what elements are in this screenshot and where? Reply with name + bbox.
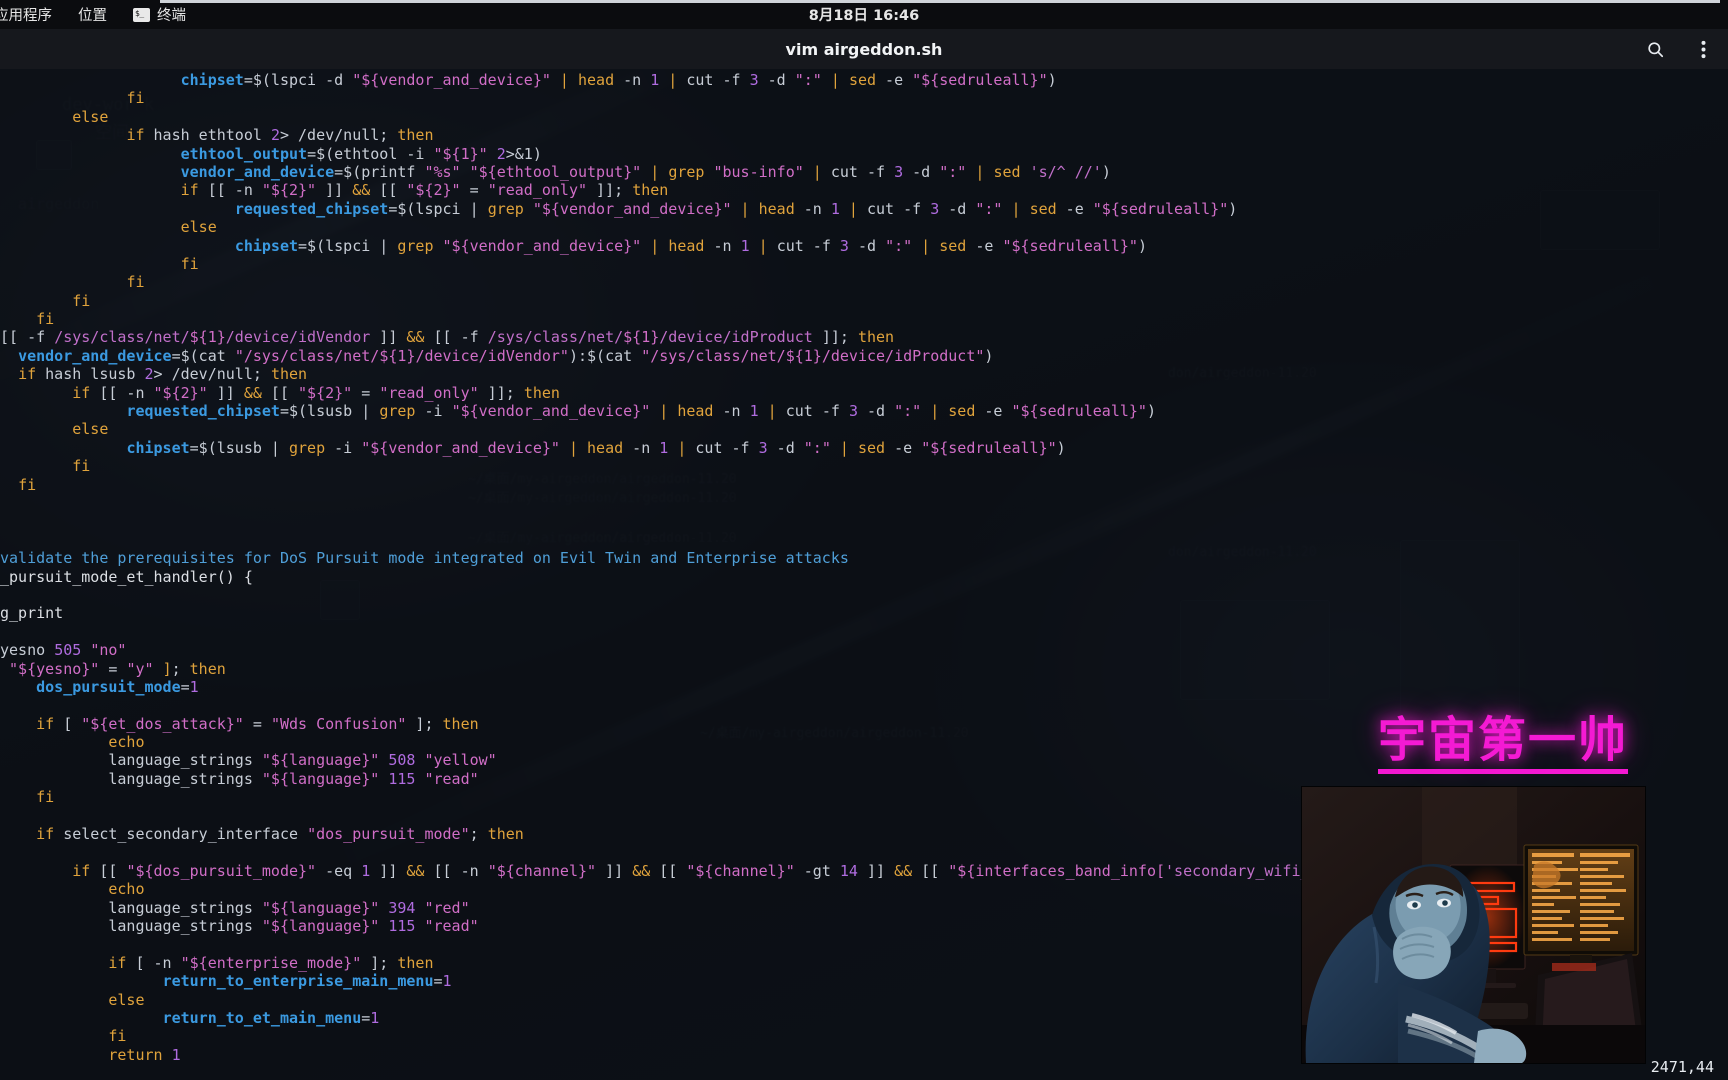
code-line: language_strings "${language}" 115 "read…	[0, 769, 479, 788]
panel-item-applications[interactable]: 应用程序	[0, 0, 65, 29]
terminal-icon: $_	[133, 7, 150, 22]
code-line: echo	[108, 880, 145, 899]
code-line: if [ -n "${enterprise_mode}" ]; then	[108, 953, 434, 972]
code-line: _pursuit_mode_et_handler() {	[0, 567, 253, 586]
code-line: else	[108, 990, 145, 1009]
vim-code-buffer: chipset=$(lspci -d "${vendor_and_device}…	[0, 71, 1427, 1064]
code-line: else	[180, 218, 217, 237]
code-line: if [[ -n "${2}" ]] && [[ "${2}" = "read_…	[72, 383, 560, 402]
search-icon[interactable]	[1640, 34, 1670, 64]
code-line: else	[72, 420, 109, 439]
code-line: language_strings "${language}" 508 "yell…	[0, 751, 497, 770]
code-line: else	[72, 107, 109, 126]
code-line: echo	[108, 733, 145, 752]
code-line: yesno 505 "no"	[0, 641, 127, 660]
kebab-menu-icon[interactable]	[1688, 34, 1718, 64]
gnome-top-panel: 应用程序 位置 $_ 终端 8月18日 16:46	[0, 0, 1728, 29]
code-line: if [ "${et_dos_attack}" = "Wds Confusion…	[36, 714, 479, 733]
titlebar-icon-group	[1640, 29, 1718, 69]
code-line: fi	[180, 254, 199, 273]
code-line: if hash ethtool 2> /dev/null; then	[126, 126, 434, 145]
code-line: language_strings "${language}" 115 "read…	[0, 916, 479, 935]
code-line: fi	[126, 273, 145, 292]
code-line: [[ -f /sys/class/net/${1}/device/idVendo…	[0, 328, 895, 347]
panel-highlight	[160, 0, 1720, 3]
code-line: vendor_and_device=$(cat "/sys/class/net/…	[18, 346, 994, 365]
code-line: chipset=$(lsusb | grep -i "${vendor_and_…	[126, 438, 1066, 457]
code-line: return_to_enterprise_main_menu=1	[162, 972, 452, 991]
code-line: fi	[108, 1027, 127, 1046]
code-line: validate the prerequisites for DoS Pursu…	[0, 549, 849, 568]
code-line: chipset=$(lspci | grep "${vendor_and_dev…	[234, 236, 1147, 255]
code-line: fi	[18, 475, 37, 494]
code-line: dos_pursuit_mode=1	[36, 677, 199, 696]
overlay-banner-text: 宇宙第一帅	[1377, 715, 1628, 775]
code-line: fi	[72, 457, 91, 476]
code-line: if select_secondary_interface "dos_pursu…	[36, 825, 524, 844]
code-line: if hash lsusb 2> /dev/null; then	[18, 365, 308, 384]
code-line: ethtool_output=$(ethtool -i "${1}" 2>&1)	[180, 144, 542, 163]
panel-item-label: 位置	[78, 8, 107, 24]
code-line: return_to_et_main_menu=1	[162, 1008, 380, 1027]
code-line: fi	[72, 291, 91, 310]
window-titlebar: vim airgeddon.sh	[0, 29, 1728, 69]
code-line: vendor_and_device=$(printf "%s" "${ethto…	[180, 162, 1111, 181]
code-line: return 1	[108, 1045, 181, 1064]
hacker-at-computer-photo	[1302, 787, 1645, 1063]
panel-item-terminal[interactable]: $_ 终端	[120, 0, 199, 29]
panel-item-label: 终端	[157, 8, 186, 24]
code-line: requested_chipset=$(lspci | grep "${vend…	[234, 199, 1238, 218]
vim-cursor-position: 2471,44	[1650, 1058, 1714, 1076]
code-line: if [[ -n "${2}" ]] && [[ "${2}" = "read_…	[180, 181, 669, 200]
code-line: fi	[36, 788, 55, 807]
code-line: g_print	[0, 604, 64, 623]
code-line: language_strings "${language}" 394 "red"	[0, 898, 470, 917]
code-line: chipset=$(lspci -d "${vendor_and_device}…	[180, 71, 1057, 89]
code-line: fi	[126, 89, 145, 108]
code-line: fi	[36, 310, 55, 329]
code-line: requested_chipset=$(lsusb | grep -i "${v…	[126, 402, 1156, 421]
code-line: if [[ "${dos_pursuit_mode}" -eq 1 ]] && …	[72, 861, 1427, 880]
panel-item-label: 应用程序	[0, 8, 52, 24]
panel-clock[interactable]: 8月18日 16:46	[0, 4, 1728, 25]
window-title: vim airgeddon.sh	[785, 39, 943, 59]
panel-item-places[interactable]: 位置	[65, 0, 120, 29]
code-line: "${yesno}" = "y" ]; then	[9, 659, 226, 678]
